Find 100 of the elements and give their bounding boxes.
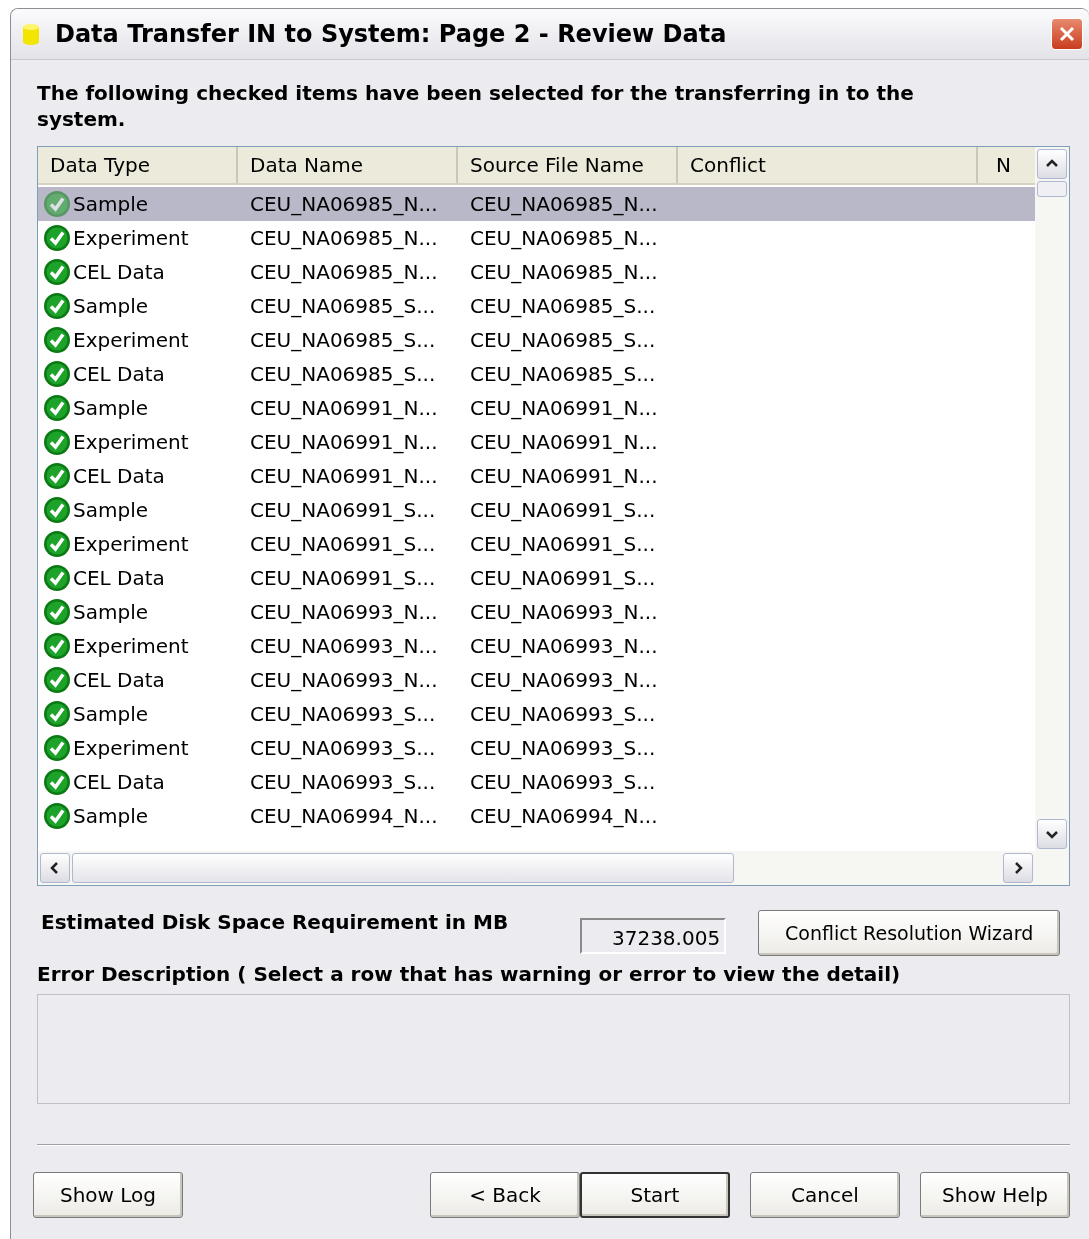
- source-file-cell: CEU_NA06991_S...: [470, 498, 656, 522]
- window-title: Data Transfer IN to System: Page 2 - Review Data: [55, 20, 728, 48]
- data-name-cell: CEU_NA06991_S...: [250, 532, 436, 556]
- column-header[interactable]: Data Type: [38, 147, 238, 183]
- data-type-cell: Sample: [73, 396, 148, 420]
- show-log-button[interactable]: Show Log: [33, 1172, 183, 1218]
- data-type-cell: Experiment: [73, 430, 189, 454]
- back-button[interactable]: < Back: [430, 1172, 580, 1218]
- data-type-cell: CEL Data: [73, 668, 165, 692]
- vertical-scrollbar[interactable]: [1035, 147, 1069, 885]
- data-type-cell: CEL Data: [73, 260, 165, 284]
- list-row[interactable]: Experiment CEU_NA06985_N... CEU_NA06985_N...: [38, 221, 1035, 255]
- list-row[interactable]: Experiment CEU_NA06985_S... CEU_NA06985_S...: [38, 323, 1035, 357]
- error-description-label: Error Description ( Select a row that has warning or error to view the detail): [37, 962, 902, 986]
- source-file-cell: CEU_NA06991_N...: [470, 396, 658, 420]
- horizontal-scrollbar[interactable]: [38, 851, 1035, 885]
- list-row[interactable]: CEL Data CEU_NA06985_N... CEU_NA06985_N...: [38, 255, 1035, 289]
- data-type-cell: Experiment: [73, 226, 189, 250]
- start-button[interactable]: Start: [580, 1172, 730, 1218]
- list-row[interactable]: CEL Data CEU_NA06991_S... CEU_NA06991_S...: [38, 561, 1035, 595]
- data-type-cell: Sample: [73, 600, 148, 624]
- data-name-cell: CEU_NA06991_N...: [250, 464, 438, 488]
- source-file-cell: CEU_NA06993_N...: [470, 668, 658, 692]
- data-name-cell: CEU_NA06991_N...: [250, 430, 438, 454]
- data-name-cell: CEU_NA06993_S...: [250, 770, 436, 794]
- list-row[interactable]: Sample CEU_NA06991_S... CEU_NA06991_S...: [38, 493, 1035, 527]
- scroll-thumb[interactable]: [1037, 181, 1067, 197]
- data-name-cell: CEU_NA06993_S...: [250, 736, 436, 760]
- data-name-cell: CEU_NA06985_S...: [250, 328, 436, 352]
- list-row[interactable]: Sample CEU_NA06991_N... CEU_NA06991_N...: [38, 391, 1035, 425]
- scroll-up-button[interactable]: [1037, 149, 1067, 179]
- data-type-cell: Sample: [73, 192, 148, 216]
- scroll-right-button[interactable]: [1003, 853, 1033, 883]
- list-row[interactable]: CEL Data CEU_NA06993_S... CEU_NA06993_S...: [38, 765, 1035, 799]
- scroll-down-button[interactable]: [1037, 819, 1067, 849]
- scroll-left-button[interactable]: [40, 853, 70, 883]
- source-file-cell: CEU_NA06993_N...: [470, 600, 658, 624]
- source-file-cell: CEU_NA06994_N...: [470, 804, 658, 828]
- list-row[interactable]: Experiment CEU_NA06993_S... CEU_NA06993_S...: [38, 731, 1035, 765]
- source-file-cell: CEU_NA06993_N...: [470, 634, 658, 658]
- list-row[interactable]: CEL Data CEU_NA06991_N... CEU_NA06991_N...: [38, 459, 1035, 493]
- data-type-cell: CEL Data: [73, 362, 165, 386]
- data-name-cell: CEU_NA06993_S...: [250, 702, 436, 726]
- close-icon: [1058, 25, 1076, 43]
- list-row[interactable]: Sample CEU_NA06985_S... CEU_NA06985_S...: [38, 289, 1035, 323]
- source-file-cell: CEU_NA06991_S...: [470, 566, 656, 590]
- close-button[interactable]: [1051, 18, 1083, 50]
- list-row[interactable]: Sample CEU_NA06985_N... CEU_NA06985_N...: [38, 187, 1035, 221]
- source-file-cell: CEU_NA06985_N...: [470, 226, 658, 250]
- data-name-cell: CEU_NA06993_N...: [250, 668, 438, 692]
- data-type-cell: Experiment: [73, 532, 189, 556]
- column-header[interactable]: Conflict: [678, 147, 978, 183]
- source-file-cell: CEU_NA06985_S...: [470, 362, 656, 386]
- source-file-cell: CEU_NA06991_S...: [470, 532, 656, 556]
- instruction-text: The following checked items have been selected for the transferring in to the system.: [37, 80, 915, 132]
- cancel-button[interactable]: Cancel: [750, 1172, 900, 1218]
- list-row[interactable]: CEL Data CEU_NA06993_N... CEU_NA06993_N...: [38, 663, 1035, 697]
- column-header[interactable]: N: [978, 147, 1035, 183]
- conflict-wizard-button[interactable]: Conflict Resolution Wizard: [758, 910, 1061, 956]
- disk-space-label: Estimated Disk Space Requirement in MB: [41, 910, 509, 934]
- source-file-cell: CEU_NA06993_S...: [470, 770, 656, 794]
- data-type-cell: Sample: [73, 702, 148, 726]
- column-header[interactable]: Source File Name: [458, 147, 678, 183]
- list-row[interactable]: Sample CEU_NA06993_S... CEU_NA06993_S...: [38, 697, 1035, 731]
- list-row[interactable]: Experiment CEU_NA06991_S... CEU_NA06991_S...: [38, 527, 1035, 561]
- data-name-cell: CEU_NA06991_N...: [250, 396, 438, 420]
- data-type-cell: Experiment: [73, 634, 189, 658]
- data-name-cell: CEU_NA06991_S...: [250, 566, 436, 590]
- disk-space-field: 37238.005: [580, 918, 727, 954]
- data-type-cell: Experiment: [73, 328, 189, 352]
- data-name-cell: CEU_NA06985_S...: [250, 294, 436, 318]
- source-file-cell: CEU_NA06993_S...: [470, 736, 656, 760]
- data-name-cell: CEU_NA06985_N...: [250, 260, 438, 284]
- data-type-cell: Sample: [73, 804, 148, 828]
- data-name-cell: CEU_NA06985_S...: [250, 362, 436, 386]
- data-name-cell: CEU_NA06985_N...: [250, 192, 438, 216]
- source-file-cell: CEU_NA06985_S...: [470, 294, 656, 318]
- column-header[interactable]: Data Name: [238, 147, 458, 183]
- data-type-cell: Sample: [73, 498, 148, 522]
- scroll-thumb[interactable]: [72, 853, 734, 883]
- data-name-cell: CEU_NA06991_S...: [250, 498, 436, 522]
- source-file-cell: CEU_NA06991_N...: [470, 464, 658, 488]
- list-row[interactable]: Sample CEU_NA06993_N... CEU_NA06993_N...: [38, 595, 1035, 629]
- source-file-cell: CEU_NA06985_S...: [470, 328, 656, 352]
- list-row[interactable]: Experiment CEU_NA06993_N... CEU_NA06993_N...: [38, 629, 1035, 663]
- data-type-cell: CEL Data: [73, 566, 165, 590]
- source-file-cell: CEU_NA06985_N...: [470, 260, 658, 284]
- data-name-cell: CEU_NA06993_N...: [250, 634, 438, 658]
- data-type-cell: CEL Data: [73, 770, 165, 794]
- data-type-cell: Sample: [73, 294, 148, 318]
- source-file-cell: CEU_NA06991_N...: [470, 430, 658, 454]
- source-file-cell: CEU_NA06993_S...: [470, 702, 656, 726]
- data-name-cell: CEU_NA06993_N...: [250, 600, 438, 624]
- data-type-cell: Experiment: [73, 736, 189, 760]
- data-name-cell: CEU_NA06994_N...: [250, 804, 438, 828]
- list-row[interactable]: Sample CEU_NA06994_N... CEU_NA06994_N...: [38, 799, 1035, 833]
- show-help-button[interactable]: Show Help: [920, 1172, 1070, 1218]
- data-type-cell: CEL Data: [73, 464, 165, 488]
- list-row[interactable]: Experiment CEU_NA06991_N... CEU_NA06991_N...: [38, 425, 1035, 459]
- list-row[interactable]: CEL Data CEU_NA06985_S... CEU_NA06985_S...: [38, 357, 1035, 391]
